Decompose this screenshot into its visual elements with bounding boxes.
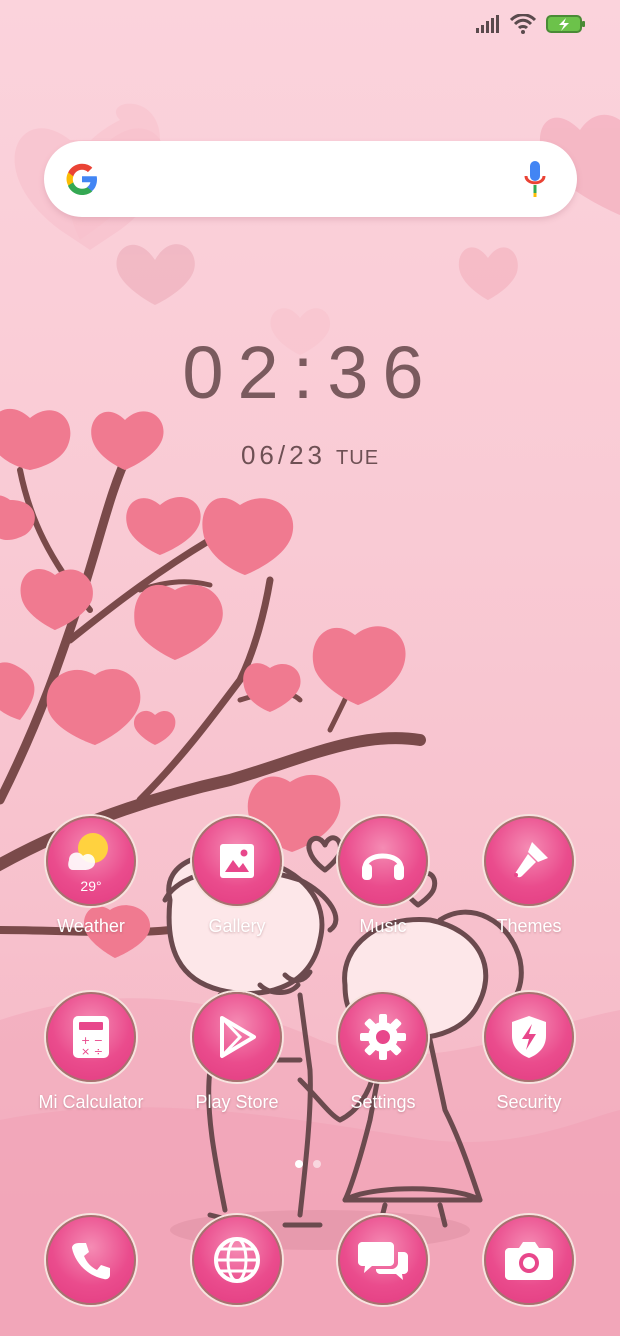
search-input[interactable] xyxy=(114,157,498,203)
svg-text:× ÷: × ÷ xyxy=(81,1045,103,1058)
camera-icon xyxy=(484,1215,574,1305)
app-security[interactable]: Security xyxy=(456,992,602,1113)
app-label: Mi Calculator xyxy=(38,1092,144,1112)
app-weather[interactable]: 29° Weather xyxy=(18,816,164,937)
dock-phone[interactable] xyxy=(18,1215,164,1305)
gear-icon xyxy=(338,992,428,1082)
app-label: Themes xyxy=(496,916,562,936)
app-label: Settings xyxy=(350,1092,416,1112)
google-logo-icon xyxy=(66,163,97,195)
shield-icon xyxy=(484,992,574,1082)
dock-browser[interactable] xyxy=(164,1215,310,1305)
signal-icon xyxy=(476,15,499,33)
gallery-icon xyxy=(192,816,282,906)
page-indicator[interactable] xyxy=(295,1160,321,1168)
clock-time[interactable]: 02:36 xyxy=(0,330,620,415)
app-music[interactable]: Music xyxy=(310,816,456,937)
app-gallery[interactable]: Gallery xyxy=(164,816,310,937)
play-store-icon xyxy=(192,992,282,1082)
weather-temp: 29° xyxy=(80,878,102,894)
app-label: Weather xyxy=(57,916,125,936)
app-label: Music xyxy=(359,916,407,936)
app-settings[interactable]: Settings xyxy=(310,992,456,1113)
wifi-icon xyxy=(510,14,536,34)
calculator-icon: + − × ÷ xyxy=(46,992,136,1082)
page-dot-2[interactable] xyxy=(313,1160,321,1168)
app-mi-calculator[interactable]: + − × ÷ Mi Calculator xyxy=(18,992,164,1113)
app-label: Gallery xyxy=(208,916,266,936)
dock-messages[interactable] xyxy=(310,1215,456,1305)
weekday-text: TUE xyxy=(336,447,380,469)
paintbrush-icon xyxy=(484,816,574,906)
messages-icon xyxy=(338,1215,428,1305)
headphones-icon xyxy=(338,816,428,906)
page-dot-1[interactable] xyxy=(295,1160,303,1168)
app-themes[interactable]: Themes xyxy=(456,816,602,937)
date-text: 06/23 xyxy=(240,440,327,470)
app-play-store[interactable]: Play Store xyxy=(164,992,310,1113)
google-search-bar[interactable] xyxy=(44,141,577,217)
weather-icon: 29° xyxy=(46,816,136,906)
clock-date[interactable]: 06/23 TUE xyxy=(0,440,620,471)
app-label: Play Store xyxy=(195,1092,279,1112)
browser-globe-icon xyxy=(192,1215,282,1305)
status-bar xyxy=(476,14,586,34)
dock-camera[interactable] xyxy=(456,1215,602,1305)
battery-charging-icon xyxy=(546,15,585,33)
microphone-icon[interactable] xyxy=(523,161,547,197)
phone-icon xyxy=(46,1215,136,1305)
app-label: Security xyxy=(496,1092,562,1112)
